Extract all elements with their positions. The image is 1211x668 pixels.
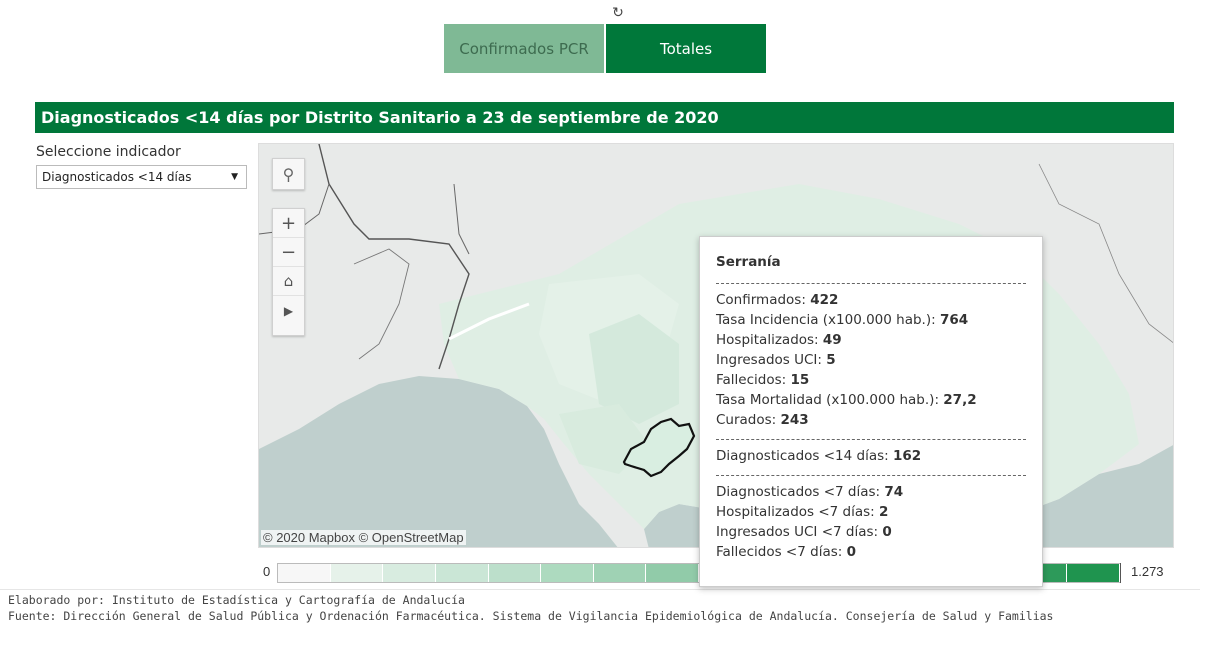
tab-confirmados-pcr[interactable]: Confirmados PCR bbox=[444, 24, 604, 73]
legend-swatch bbox=[488, 564, 542, 582]
map-tooltip: Serranía Confirmados: 422 Tasa Incidencia… bbox=[699, 236, 1043, 587]
home-button[interactable]: ⌂ bbox=[273, 267, 304, 296]
tooltip-row-value: 2 bbox=[879, 504, 889, 520]
zoom-out-icon: − bbox=[280, 241, 297, 263]
chevron-down-icon: ▼ bbox=[231, 172, 238, 182]
indicator-dropdown[interactable]: Diagnosticados <14 días ▼ bbox=[36, 165, 247, 189]
tooltip-row: Diagnosticados <7 días: 74 bbox=[716, 482, 1026, 502]
tooltip-row: Diagnosticados <14 días: 162 bbox=[716, 446, 1026, 466]
footer-divider bbox=[0, 589, 1200, 590]
reload-icon[interactable]: ↻ bbox=[610, 5, 626, 21]
legend-swatch bbox=[435, 564, 489, 582]
tooltip-row-value: 5 bbox=[826, 352, 836, 368]
tooltip-row-label: Curados: bbox=[716, 412, 781, 428]
tooltip-separator bbox=[716, 475, 1026, 476]
tooltip-row: Tasa Mortalidad (x100.000 hab.): 27,2 bbox=[716, 390, 1026, 410]
tooltip-row-label: Fallecidos <7 días: bbox=[716, 544, 847, 560]
tooltip-row-label: Hospitalizados <7 días: bbox=[716, 504, 880, 520]
map-controls: + − ⌂ ▶ bbox=[272, 208, 305, 336]
tooltip-row-label: Confirmados: bbox=[716, 292, 811, 308]
tooltip-row-label: Diagnosticados <14 días: bbox=[716, 448, 893, 464]
play-icon: ▶ bbox=[283, 303, 294, 318]
legend-end-marker bbox=[1120, 563, 1121, 583]
tooltip-row-label: Hospitalizados: bbox=[716, 332, 823, 348]
tooltip-row: Tasa Incidencia (x100.000 hab.): 764 bbox=[716, 310, 1026, 330]
map-attribution[interactable]: © 2020 Mapbox © OpenStreetMap bbox=[261, 530, 466, 545]
tooltip-row: Confirmados: 422 bbox=[716, 290, 1026, 310]
map-search-button[interactable]: ⚲ bbox=[272, 158, 305, 190]
tooltip-separator bbox=[716, 439, 1026, 440]
legend-swatch bbox=[278, 564, 331, 582]
tooltip-row-label: Tasa Mortalidad (x100.000 hab.): bbox=[716, 392, 944, 408]
tooltip-row-value: 422 bbox=[810, 292, 839, 308]
legend-swatch bbox=[1067, 564, 1120, 582]
tooltip-row: Curados: 243 bbox=[716, 410, 1026, 430]
home-icon: ⌂ bbox=[283, 272, 294, 290]
legend-swatch bbox=[646, 564, 699, 582]
legend-swatch bbox=[383, 564, 436, 582]
tooltip-row-value: 0 bbox=[846, 544, 856, 560]
legend-max-label: 1.273 bbox=[1131, 564, 1164, 579]
tooltip-row-label: Ingresados UCI <7 días: bbox=[716, 524, 883, 540]
search-icon: ⚲ bbox=[282, 164, 295, 184]
zoom-in-icon: + bbox=[280, 212, 297, 234]
play-button[interactable]: ▶ bbox=[273, 296, 304, 325]
tooltip-row: Hospitalizados: 49 bbox=[716, 330, 1026, 350]
footer-credit: Elaborado por: Instituto de Estadística … bbox=[8, 593, 465, 607]
legend-swatch bbox=[541, 564, 594, 582]
tooltip-row: Fallecidos <7 días: 0 bbox=[716, 542, 1026, 562]
tooltip-row-label: Diagnosticados <7 días: bbox=[716, 484, 885, 500]
legend-swatch bbox=[593, 564, 647, 582]
tooltip-row: Ingresados UCI: 5 bbox=[716, 350, 1026, 370]
tooltip-row-value: 162 bbox=[892, 448, 922, 464]
tooltip-row-value: 0 bbox=[882, 524, 892, 540]
tab-totales[interactable]: Totales bbox=[606, 24, 766, 73]
tooltip-row-value: 74 bbox=[884, 484, 904, 500]
tooltip-row-label: Ingresados UCI: bbox=[716, 352, 827, 368]
indicator-dropdown-value: Diagnosticados <14 días bbox=[42, 170, 192, 184]
tooltip-title: Serranía bbox=[716, 254, 781, 270]
zoom-out-button[interactable]: − bbox=[273, 238, 304, 267]
tooltip-row: Ingresados UCI <7 días: 0 bbox=[716, 522, 1026, 542]
tooltip-row-value: 15 bbox=[790, 372, 810, 388]
tooltip-row: Fallecidos: 15 bbox=[716, 370, 1026, 390]
indicator-selector-label: Seleccione indicador bbox=[36, 144, 181, 160]
tooltip-row-label: Fallecidos: bbox=[716, 372, 791, 388]
tooltip-row-value: 27,2 bbox=[943, 392, 977, 408]
footer-source: Fuente: Dirección General de Salud Públi… bbox=[8, 609, 1054, 623]
tooltip-row-value: 49 bbox=[822, 332, 842, 348]
tooltip-separator bbox=[716, 283, 1026, 284]
legend-swatch bbox=[330, 564, 384, 582]
legend-min-label: 0 bbox=[263, 564, 271, 579]
tooltip-row-value: 764 bbox=[939, 312, 969, 328]
tooltip-row: Hospitalizados <7 días: 2 bbox=[716, 502, 1026, 522]
tooltip-row-value: 243 bbox=[780, 412, 809, 428]
zoom-in-button[interactable]: + bbox=[273, 209, 304, 238]
page-title: Diagnosticados <14 días por Distrito San… bbox=[35, 102, 1174, 133]
tooltip-row-label: Tasa Incidencia (x100.000 hab.): bbox=[716, 312, 940, 328]
